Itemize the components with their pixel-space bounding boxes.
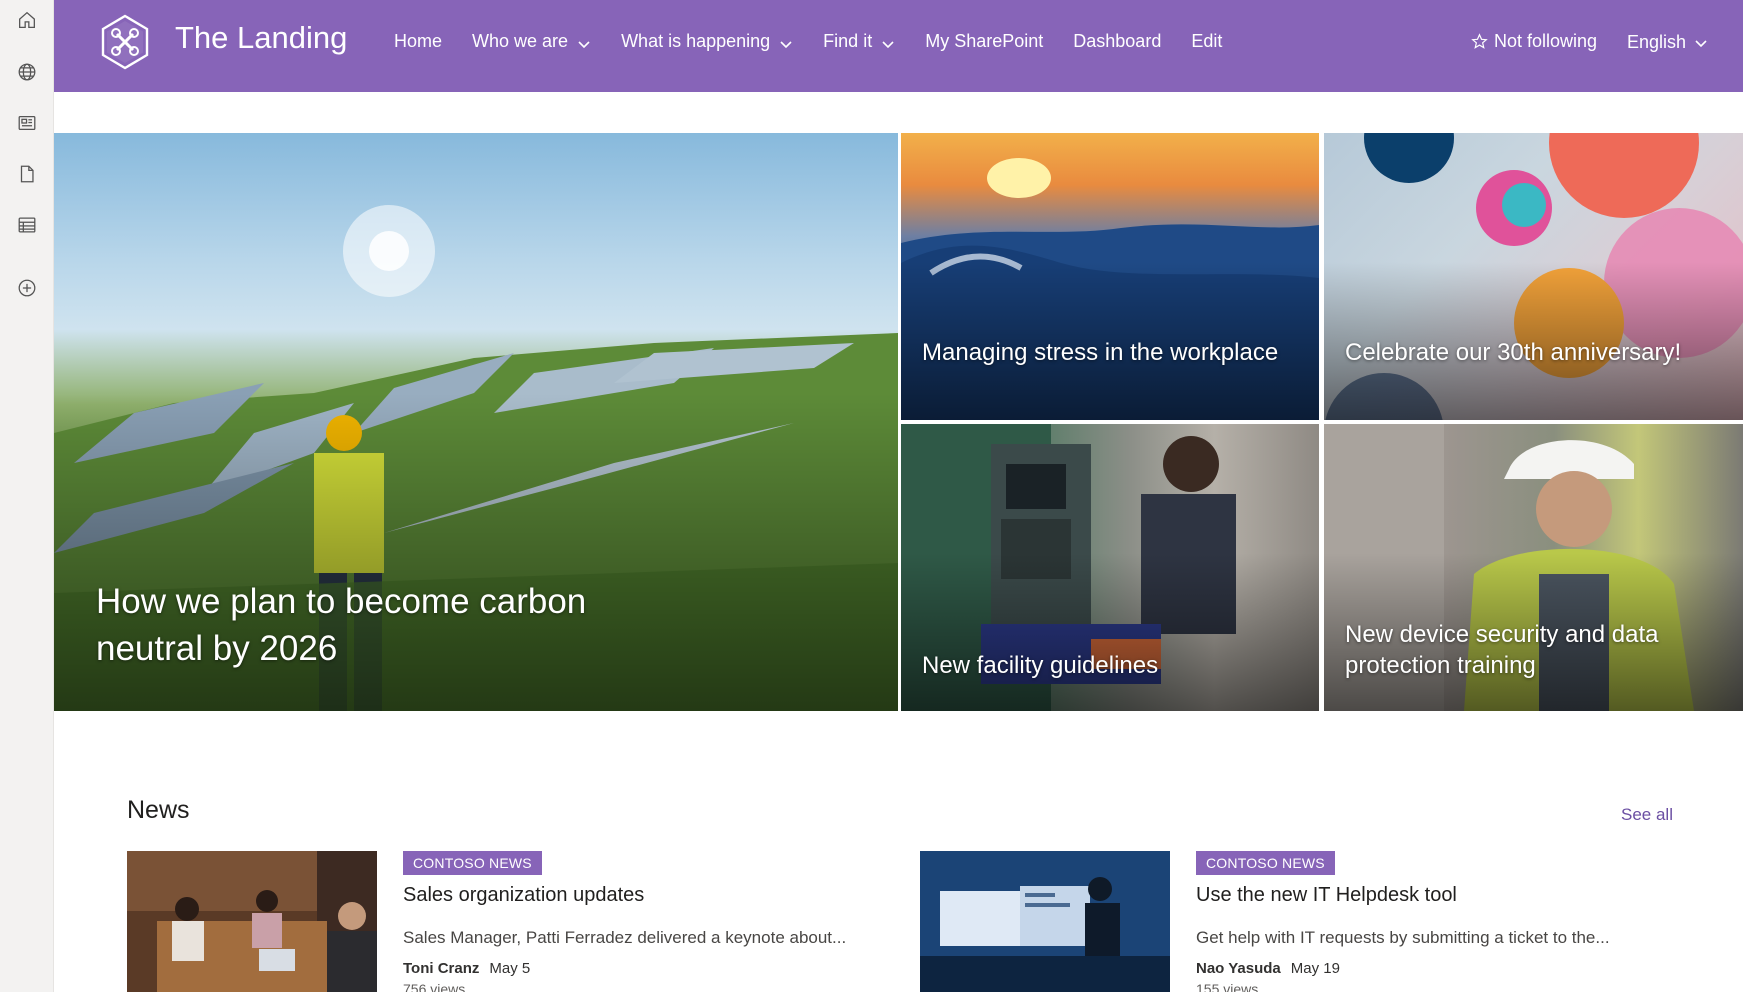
hero-caption-security-training: New device security and data protection … <box>1345 621 1659 679</box>
news-headline[interactable]: Use the new IT Helpdesk tool <box>1196 884 1656 907</box>
news-icon[interactable] <box>9 105 45 141</box>
site-title[interactable]: The Landing <box>175 20 347 56</box>
category-badge[interactable]: CONTOSO NEWS <box>403 851 542 875</box>
nav-find-it[interactable]: Find it <box>823 31 895 52</box>
news-section-title: News <box>127 796 190 824</box>
language-label: English <box>1627 32 1687 52</box>
news-thumbnail[interactable] <box>920 851 1170 992</box>
nav-home-label: Home <box>394 31 443 51</box>
news-author[interactable]: Nao Yasuda <box>1196 960 1281 977</box>
nav-home[interactable]: Home <box>394 31 442 52</box>
tile-shade <box>901 553 1319 711</box>
nav-what-is-happening[interactable]: What is happening <box>621 31 793 52</box>
hero-tile-security-training[interactable]: New device security and data protection … <box>1324 424 1743 711</box>
chevron-down-icon <box>779 35 793 49</box>
nav-what-is-happening-label: What is happening <box>621 31 771 51</box>
nav-edit[interactable]: Edit <box>1191 31 1222 52</box>
hero-tile-anniversary[interactable]: Celebrate our 30th anniversary! <box>1324 133 1743 420</box>
home-icon[interactable] <box>9 2 45 38</box>
nav-who-we-are-label: Who we are <box>472 31 569 51</box>
hero-caption-anniversary: Celebrate our 30th anniversary! <box>1345 339 1682 366</box>
document-icon[interactable] <box>9 156 45 192</box>
hero-tile-carbon-neutral[interactable]: How we plan to become carbon neutral by … <box>54 133 898 711</box>
news-meta: Toni Cranz May 5 <box>403 960 863 977</box>
hero-tile-facility[interactable]: New facility guidelines <box>901 424 1319 711</box>
follow-button[interactable]: Not following <box>1471 31 1597 52</box>
news-body: CONTOSO NEWS Use the new IT Helpdesk too… <box>1196 851 1656 992</box>
nav-dashboard-label: Dashboard <box>1073 31 1162 51</box>
hero-caption-facility: New facility guidelines <box>922 652 1159 679</box>
list-icon[interactable] <box>9 207 45 243</box>
site-header: The Landing Home Who we are What is happ… <box>54 0 1743 92</box>
hero-caption-managing-stress: Managing stress in the workplace <box>922 339 1279 366</box>
language-selector[interactable]: English <box>1627 32 1708 53</box>
news-views: 756 views <box>403 981 466 992</box>
add-icon[interactable] <box>9 270 45 306</box>
sharepoint-page: The Landing Home Who we are What is happ… <box>0 0 1743 992</box>
news-meta: Nao Yasuda May 19 <box>1196 960 1656 977</box>
news-date: May 5 <box>489 960 531 977</box>
news-author[interactable]: Toni Cranz <box>403 960 479 977</box>
news-date: May 19 <box>1290 960 1340 977</box>
site-logo-icon[interactable] <box>96 13 154 71</box>
news-views: 155 views <box>1196 981 1259 992</box>
nav-dashboard[interactable]: Dashboard <box>1073 31 1161 52</box>
see-all-link[interactable]: See all <box>1621 805 1673 825</box>
app-bar <box>0 0 54 992</box>
meeting-photo-image <box>127 851 377 992</box>
chevron-down-icon <box>1695 39 1707 47</box>
top-nav: Home Who we are What is happening Find i… <box>394 31 1252 52</box>
follow-label: Not following <box>1494 31 1598 51</box>
globe-icon[interactable] <box>9 54 45 90</box>
nav-find-it-label: Find it <box>823 31 873 51</box>
star-icon <box>1471 33 1488 49</box>
hero-caption-carbon-neutral: How we plan to become carbon neutral by … <box>96 582 587 668</box>
nav-my-sharepoint[interactable]: My SharePoint <box>925 31 1043 52</box>
chevron-down-icon <box>577 35 591 49</box>
hero-web-part: How we plan to become carbon neutral by … <box>54 133 1743 711</box>
news-description: Get help with IT requests by submitting … <box>1196 928 1610 947</box>
chevron-down-icon <box>881 35 895 49</box>
news-description: Sales Manager, Patti Ferradez delivered … <box>403 928 847 947</box>
hero-tile-managing-stress[interactable]: Managing stress in the workplace <box>901 133 1319 420</box>
category-badge[interactable]: CONTOSO NEWS <box>1196 851 1335 875</box>
nav-who-we-are[interactable]: Who we are <box>472 31 591 52</box>
news-body: CONTOSO NEWS Sales organization updates … <box>403 851 863 992</box>
news-headline[interactable]: Sales organization updates <box>403 884 863 907</box>
nav-edit-label: Edit <box>1191 31 1223 51</box>
news-thumbnail[interactable] <box>127 851 377 992</box>
helpdesk-photo-image <box>920 851 1170 992</box>
nav-my-sharepoint-label: My SharePoint <box>925 31 1044 51</box>
